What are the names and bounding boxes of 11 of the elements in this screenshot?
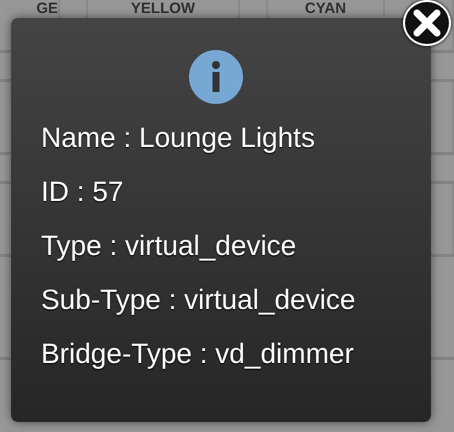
close-icon [413, 9, 441, 37]
column-header: YELLOW [130, 0, 196, 17]
info-line: Name : Lounge Lights [41, 124, 315, 152]
info-line: Bridge-Type : vd_dimmer [41, 340, 354, 368]
close-button[interactable] [403, 0, 451, 46]
info-line: ID : 57 [41, 178, 124, 206]
column-header: CYAN [304, 0, 346, 17]
column-header: GE [36, 0, 58, 17]
info-icon [189, 50, 243, 104]
info-line: Type : virtual_device [41, 232, 296, 260]
info-line: Sub-Type : virtual_device [41, 286, 356, 314]
